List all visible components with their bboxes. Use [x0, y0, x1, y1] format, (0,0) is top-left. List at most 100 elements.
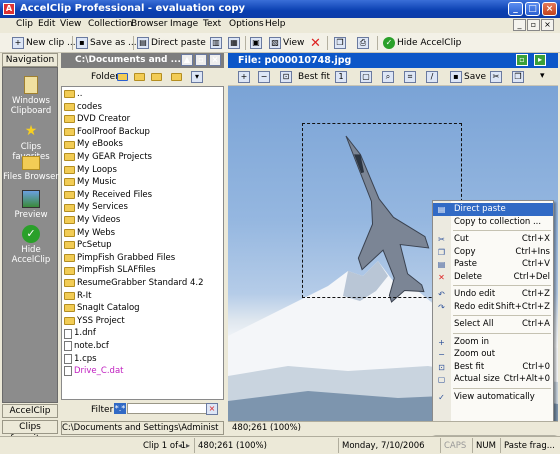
paste-button[interactable]: ▥ [210, 35, 222, 51]
menu-item-direct-paste[interactable]: ▤ Direct paste [433, 203, 553, 216]
navigation-header[interactable]: Navigation [2, 53, 58, 67]
folder-row[interactable]: My GEAR Projects [64, 151, 152, 164]
nav-hide-accelclip[interactable]: ✓ Hide AccelClip [3, 225, 59, 265]
browser-restore-icon[interactable]: ▫ [195, 54, 207, 66]
folder-row[interactable]: PimpFish SLAFfiles [64, 264, 156, 277]
toolbar-overflow-icon[interactable]: ▾ [540, 71, 545, 81]
menu-view[interactable]: View [60, 19, 81, 29]
folder-row[interactable]: R-It [64, 290, 91, 303]
menu-browser[interactable]: Browser [131, 19, 167, 29]
folder-row[interactable]: My Music [64, 176, 116, 189]
eyedropper-icon[interactable]: / [426, 71, 438, 83]
folder-row[interactable]: DVD Creator [64, 113, 130, 126]
up-folder-icon[interactable]: ▲ [181, 54, 193, 66]
nav-windows-clipboard[interactable]: Windows Clipboard [3, 76, 59, 116]
best-fit-icon[interactable]: ⊡ [280, 71, 292, 83]
item-label: ResumeGrabber Standard 4.2 [77, 278, 204, 288]
new-folder-icon[interactable] [171, 73, 182, 81]
folder-row[interactable]: codes [64, 101, 102, 114]
cut-icon[interactable]: ✂ [490, 71, 502, 83]
folder-open-icon[interactable] [134, 73, 145, 81]
nav-tab-clips-favorites[interactable]: Clips favorites [2, 420, 58, 444]
nav-preview[interactable]: Preview [3, 190, 59, 220]
menu-help[interactable]: Help [265, 19, 286, 29]
save-label[interactable]: Save [464, 72, 486, 82]
folder-row[interactable]: My eBooks [64, 138, 123, 151]
folder-row[interactable]: PimpFish Grabbed Files [64, 252, 175, 265]
menu-options[interactable]: Options [229, 19, 264, 29]
browser-header: C:\Documents and ... ▲ ▫ × [61, 53, 224, 68]
file-row[interactable]: 1.cps [64, 353, 97, 366]
view-button[interactable]: ▧ View [269, 35, 304, 51]
folder-row[interactable]: My Services [64, 201, 128, 214]
direct-paste-button[interactable]: ▤ Direct paste [137, 35, 206, 51]
menu-item-select-all[interactable]: Select All Ctrl+A [433, 318, 553, 331]
folder-row[interactable]: PcSetup [64, 239, 112, 252]
menu-item-undo-edit[interactable]: ↶ Undo edit Ctrl+Z [433, 288, 553, 301]
browser-close-icon[interactable]: × [209, 54, 221, 66]
menu-item-zoom-out[interactable]: − Zoom out [433, 348, 553, 361]
folder-row[interactable]: My Webs [64, 227, 115, 240]
zoom-in-icon[interactable]: + [238, 71, 250, 83]
menu-item-zoom-in[interactable]: + Zoom in [433, 336, 553, 349]
menu-item-actual-size[interactable]: ▢ Actual size Ctrl+Alt+0 [433, 373, 553, 386]
menu-item-cut[interactable]: ✂ Cut Ctrl+X [433, 233, 553, 246]
capture-button[interactable]: ▣ [250, 35, 262, 51]
menu-item-copy-to-collection[interactable]: Copy to collection ... [433, 216, 553, 229]
mdi-close-button[interactable]: × [541, 19, 554, 31]
menu-edit[interactable]: Edit [38, 19, 55, 29]
paste-icon: ▤ [437, 205, 446, 214]
copy-image-icon[interactable]: ❐ [512, 71, 524, 83]
image-nav-icon[interactable]: ▸ [534, 54, 546, 66]
zoom-out-icon[interactable]: − [258, 71, 270, 83]
copy-button[interactable]: ❐ [334, 35, 346, 51]
nav-files-browser[interactable]: Files Browser [3, 156, 59, 182]
folder-tree-icon[interactable] [151, 73, 162, 81]
mdi-restore-button[interactable]: ▫ [527, 19, 540, 31]
save-image-icon[interactable]: ▪ [450, 71, 462, 83]
delete-button[interactable]: ✕ [310, 35, 321, 51]
image-restore-icon[interactable]: ▫ [516, 54, 528, 66]
menu-item-paste[interactable]: ▤ Paste Ctrl+V [433, 258, 553, 271]
new-clip-button[interactable]: + New clip ... [12, 35, 76, 51]
folder-row[interactable]: My Loops [64, 164, 117, 177]
hide-accelclip-button[interactable]: ✓ Hide AccelClip [383, 35, 461, 51]
menu-collection[interactable]: Collection [88, 19, 133, 29]
clear-filter-icon[interactable]: × [206, 403, 218, 415]
filter-input[interactable]: *.* [114, 403, 126, 414]
menu-item-copy[interactable]: ❐ Copy Ctrl+Ins [433, 246, 553, 259]
folder-row[interactable]: My Received Files [64, 189, 152, 202]
menu-item-delete[interactable]: ✕ Delete Ctrl+Del [433, 271, 553, 284]
menu-clip[interactable]: Clip [16, 19, 33, 29]
file-row[interactable]: note.bcf [64, 340, 109, 353]
folder-row[interactable]: My Videos [64, 214, 120, 227]
folder-row[interactable]: YSS Project [64, 315, 125, 328]
best-fit-label[interactable]: Best fit [298, 72, 330, 82]
menu-item-best-fit[interactable]: ⊡ Best fit Ctrl+0 [433, 361, 553, 374]
file-row[interactable]: 1.dnf [64, 327, 96, 340]
close-button[interactable]: × [542, 2, 557, 16]
folder-row[interactable]: .. [64, 88, 82, 101]
folder-row[interactable]: ResumeGrabber Standard 4.2 [64, 277, 203, 290]
mdi-minimize-button[interactable]: _ [513, 19, 526, 31]
print-button[interactable]: ⎙ [357, 35, 369, 51]
save-as-button[interactable]: ▪ Save as ... [76, 35, 137, 51]
magnifier-icon[interactable]: ⌕ [382, 71, 394, 83]
menu-item-redo-edit[interactable]: ↷ Redo edit Shift+Ctrl+Z [433, 301, 553, 314]
view-mode-icon[interactable]: ▾ [191, 71, 203, 83]
menu-text[interactable]: Text [203, 19, 221, 29]
clipboard-button[interactable]: ▦ [228, 35, 240, 51]
actual-size-icon[interactable]: 1 [335, 71, 347, 83]
crop-icon[interactable]: ⌗ [404, 71, 416, 83]
folder-view-icon[interactable] [117, 73, 128, 81]
filter-field-box[interactable] [127, 403, 212, 414]
menu-item-view-automatically[interactable]: ✓ View automatically [433, 391, 553, 404]
maximize-button[interactable]: □ [525, 2, 540, 16]
folder-row[interactable]: SnagIt Catalog [64, 302, 140, 315]
folder-row[interactable]: FoolProof Backup [64, 126, 150, 139]
nav-tab-accelclip[interactable]: AccelClip [2, 404, 58, 418]
minimize-button[interactable]: _ [508, 2, 523, 16]
menu-image[interactable]: Image [170, 19, 198, 29]
file-row[interactable]: Drive_C.dat [64, 365, 124, 378]
select-icon[interactable]: ▢ [360, 71, 372, 83]
